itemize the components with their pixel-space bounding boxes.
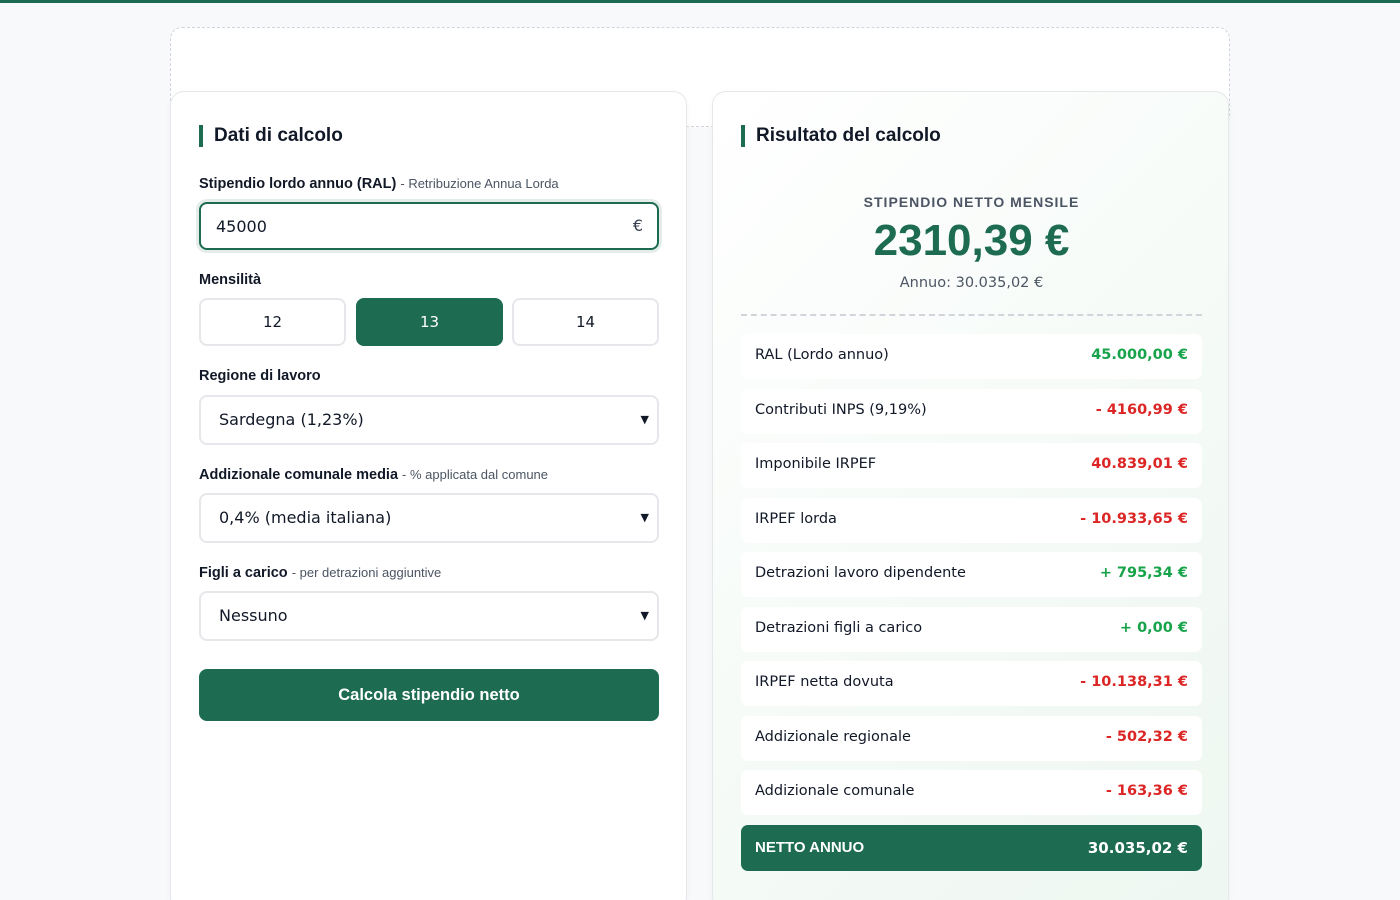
monthly-net-label: STIPENDIO NETTO MENSILE xyxy=(863,194,1080,210)
addizionale-hint: - % applicata dal comune xyxy=(402,467,549,482)
result-row-value: + 795,34 € xyxy=(1099,565,1188,581)
mensilita-option-14[interactable]: 14 xyxy=(512,298,659,346)
result-row: IRPEF lorda - 10.933,65 € xyxy=(741,498,1202,543)
ral-hint: - Retribuzione Annua Lorda xyxy=(400,176,559,191)
ral-input-value[interactable]: 45000 xyxy=(216,217,267,236)
chevron-down-icon: ▼ xyxy=(640,609,649,622)
netto-annuo-value: 30.035,02 € xyxy=(1087,839,1188,857)
regione-select[interactable]: Sardegna (1,23%) ▼ xyxy=(199,395,659,445)
netto-annuo-total: NETTO ANNUO 30.035,02 € xyxy=(741,825,1202,871)
figli-hint: - per detrazioni aggiuntive xyxy=(291,565,442,580)
addizionale-select[interactable]: 0,4% (media italiana) ▼ xyxy=(199,493,659,543)
result-row-value: 45.000,00 € xyxy=(1091,347,1188,363)
figli-select[interactable]: Nessuno ▼ xyxy=(199,591,659,641)
result-row: IRPEF netta dovuta - 10.138,31 € xyxy=(741,661,1202,706)
ral-label: Stipendio lordo annuo (RAL) - Retribuzio… xyxy=(199,176,559,192)
result-row-label: Contributi INPS (9,19%) xyxy=(755,402,927,418)
result-row-label: Detrazioni lavoro dipendente xyxy=(755,565,966,581)
result-row-value: - 10.933,65 € xyxy=(1080,511,1188,527)
mensilita-label: Mensilità xyxy=(199,272,262,288)
result-row-label: Addizionale comunale xyxy=(755,783,915,799)
monthly-net-value: 2310,39 € xyxy=(873,216,1070,265)
euro-icon: € xyxy=(632,216,643,235)
result-row: Addizionale regionale - 502,32 € xyxy=(741,716,1202,761)
result-row-label: IRPEF lorda xyxy=(755,511,837,527)
result-row: RAL (Lordo annuo) 45.000,00 € xyxy=(741,334,1202,379)
chevron-down-icon: ▼ xyxy=(640,511,649,524)
figli-label-text: Figli a carico xyxy=(199,565,288,581)
result-row-value: - 4160,99 € xyxy=(1095,402,1188,418)
result-row-label: Addizionale regionale xyxy=(755,729,911,745)
figli-select-value: Nessuno xyxy=(219,606,288,625)
result-row: Detrazioni lavoro dipendente + 795,34 € xyxy=(741,552,1202,597)
calcola-button[interactable]: Calcola stipendio netto xyxy=(199,669,659,721)
result-card: Risultato del calcolo STIPENDIO NETTO ME… xyxy=(712,91,1229,900)
addizionale-label-text: Addizionale comunale media xyxy=(199,467,399,483)
regione-select-value: Sardegna (1,23%) xyxy=(219,410,364,429)
mensilita-option-13[interactable]: 13 xyxy=(356,298,503,346)
annual-net-text: Annuo: 30.035,02 € xyxy=(899,275,1044,291)
result-row: Imponibile IRPEF 40.839,01 € xyxy=(741,443,1202,488)
top-accent-bar xyxy=(0,0,1400,3)
addizionale-select-value: 0,4% (media italiana) xyxy=(219,508,392,527)
result-row-label: RAL (Lordo annuo) xyxy=(755,347,889,363)
input-card-title: Dati di calcolo xyxy=(199,125,343,147)
result-row: Contributi INPS (9,19%) - 4160,99 € xyxy=(741,389,1202,434)
chevron-down-icon: ▼ xyxy=(640,413,649,426)
ral-label-text: Stipendio lordo annuo (RAL) xyxy=(199,176,397,192)
input-card: Dati di calcolo Stipendio lordo annuo (R… xyxy=(170,91,687,900)
ral-input[interactable]: 45000 € xyxy=(199,202,659,250)
result-row-label: IRPEF netta dovuta xyxy=(755,674,894,690)
result-row: Detrazioni figli a carico + 0,00 € xyxy=(741,607,1202,652)
result-row-value: 40.839,01 € xyxy=(1091,456,1188,472)
result-card-title: Risultato del calcolo xyxy=(741,125,941,147)
result-row-label: Detrazioni figli a carico xyxy=(755,620,923,636)
result-row: Addizionale comunale - 163,36 € xyxy=(741,770,1202,815)
netto-annuo-label: NETTO ANNUO xyxy=(755,839,865,856)
result-row-value: - 163,36 € xyxy=(1105,783,1188,799)
result-row-value: - 502,32 € xyxy=(1105,729,1188,745)
result-row-value: - 10.138,31 € xyxy=(1080,674,1188,690)
divider xyxy=(741,314,1202,316)
figli-label: Figli a carico - per detrazioni aggiunti… xyxy=(199,565,441,581)
result-row-label: Imponibile IRPEF xyxy=(755,456,877,472)
addizionale-label: Addizionale comunale media - % applicata… xyxy=(199,467,548,483)
result-row-value: + 0,00 € xyxy=(1119,620,1188,636)
mensilita-option-12[interactable]: 12 xyxy=(199,298,346,346)
regione-label: Regione di lavoro xyxy=(199,368,321,384)
